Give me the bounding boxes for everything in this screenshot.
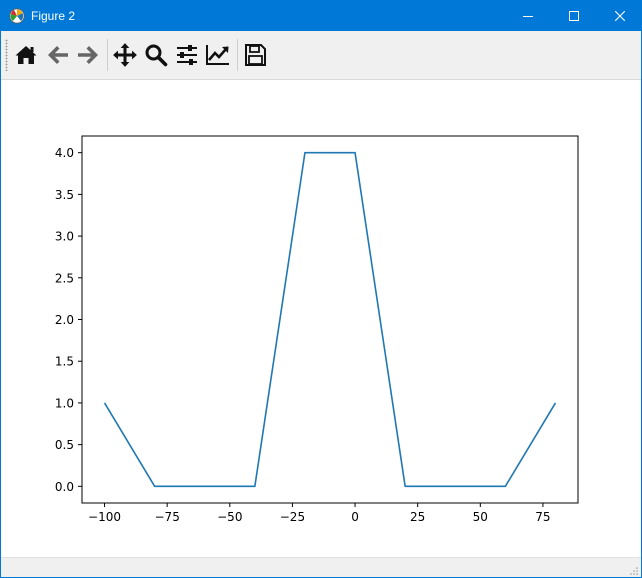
data-point (104, 402, 106, 404)
figure-canvas[interactable]: −100 −75 −50 −25 0 25 50 75 0.0 0.5 1.0 1.5 2.0 2.5 3.… (1, 80, 641, 556)
y-tick-label: 0.0 (55, 480, 74, 494)
close-icon (615, 11, 625, 21)
series-line (103, 151, 557, 488)
y-tick-label: 3.5 (55, 188, 74, 202)
resize-grip-icon[interactable] (629, 566, 639, 576)
y-tick-label: 3.0 (55, 230, 74, 244)
chart-line-icon (206, 45, 229, 65)
toolbar-separator (107, 39, 108, 71)
x-tick-label: −100 (88, 510, 121, 524)
y-tick-label: 2.5 (55, 271, 74, 285)
data-point (154, 486, 156, 488)
y-tick-label: 1.0 (55, 396, 74, 410)
configure-subplots-button[interactable] (173, 41, 201, 69)
toolbar-separator (237, 39, 238, 71)
data-point (354, 152, 356, 154)
navigation-toolbar (1, 31, 641, 80)
data-point (454, 486, 456, 488)
y-tick-label: 2.0 (55, 313, 74, 327)
sliders-icon (177, 45, 197, 65)
matplotlib-logo-icon (9, 8, 25, 24)
data-point (404, 486, 406, 488)
pan-button[interactable] (111, 41, 139, 69)
y-tick-label: 4.0 (55, 146, 74, 160)
zoom-button[interactable] (142, 41, 170, 69)
minimize-button[interactable] (505, 1, 551, 31)
home-button[interactable] (12, 41, 40, 69)
toolbar-grip[interactable] (5, 39, 8, 71)
x-tick-label: −75 (155, 510, 180, 524)
edit-axis-button[interactable] (204, 41, 232, 69)
data-point (505, 486, 507, 488)
move-icon (113, 43, 137, 67)
data-point (204, 486, 206, 488)
minimize-icon (523, 16, 533, 17)
data-point (254, 486, 256, 488)
y-tick-label: 1.5 (55, 355, 74, 369)
x-tick-label: −50 (217, 510, 242, 524)
floppy-disk-icon (245, 44, 266, 66)
x-tick-label: −25 (280, 510, 305, 524)
line-chart[interactable]: −100 −75 −50 −25 0 25 50 75 0.0 0.5 1.0 1.5 2.0 2.5 3.… (1, 80, 641, 556)
arrow-right-icon (78, 46, 98, 64)
arrow-left-icon (48, 46, 68, 64)
x-tick-label: 25 (410, 510, 425, 524)
data-point (555, 402, 557, 404)
x-tick-label: 50 (473, 510, 488, 524)
x-tick-label: 0 (351, 510, 359, 524)
back-button[interactable] (44, 41, 72, 69)
forward-button[interactable] (74, 41, 102, 69)
axes-frame (81, 135, 579, 504)
figure-window: Figure 2 −100 −75 −50 −25 0 25 50 75 0.0… (0, 0, 642, 578)
maximize-button[interactable] (551, 1, 597, 31)
title-bar[interactable]: Figure 2 (1, 1, 641, 31)
magnifier-icon (145, 44, 168, 67)
save-button[interactable] (241, 41, 269, 69)
status-bar (1, 557, 641, 577)
window-title: Figure 2 (31, 9, 76, 23)
maximize-icon (569, 11, 579, 21)
x-tick-label: 75 (535, 510, 550, 524)
data-point (304, 152, 306, 154)
close-button[interactable] (597, 1, 641, 31)
home-icon (15, 46, 37, 64)
y-tick-label: 0.5 (55, 438, 74, 452)
